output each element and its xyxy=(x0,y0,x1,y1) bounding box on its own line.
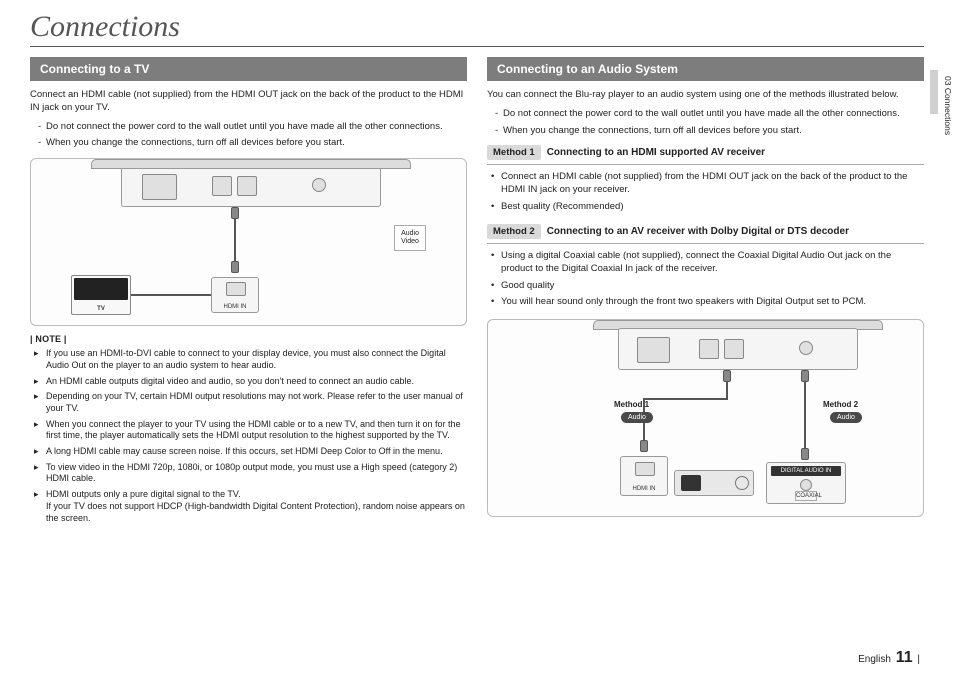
tv-connection-diagram: HDMI IN TV Audio Video xyxy=(30,158,467,326)
method1-header: Method 1 Connecting to an HDMI supported… xyxy=(487,145,924,165)
method2-badge: Method 2 xyxy=(487,224,541,239)
audio-pill-2: Audio xyxy=(830,412,862,423)
list-item: You will hear sound only through the fro… xyxy=(491,296,924,309)
left-column: Connecting to a TV Connect an HDMI cable… xyxy=(30,57,467,528)
list-item: Good quality xyxy=(491,280,924,293)
method2-title: Connecting to an AV receiver with Dolby … xyxy=(547,226,849,237)
method2-bullets: Using a digital Coaxial cable (not suppl… xyxy=(487,250,924,309)
hdmi-in-label-2: HDMI IN xyxy=(621,486,667,492)
tv-label: TV xyxy=(72,306,130,312)
method1-badge: Method 1 xyxy=(487,145,541,160)
list-item: Using a digital Coaxial cable (not suppl… xyxy=(491,250,924,276)
list-item: Depending on your TV, certain HDMI outpu… xyxy=(34,391,467,414)
digital-audio-in-label: DIGITAL AUDIO IN xyxy=(771,466,841,476)
list-item: HDMI outputs only a pure digital signal … xyxy=(34,489,467,524)
audio-video-label: Audio Video xyxy=(394,225,426,250)
method1-title: Connecting to an HDMI supported AV recei… xyxy=(547,147,765,158)
notes-list: If you use an HDMI-to-DVI cable to conne… xyxy=(30,348,467,524)
list-item: An HDMI cable outputs digital video and … xyxy=(34,376,467,388)
method2-diagram-label: Method 2 xyxy=(823,400,858,409)
tv-intro: Connect an HDMI cable (not supplied) fro… xyxy=(30,89,467,115)
footer-page-number: 11 xyxy=(896,649,913,666)
audio-connection-diagram: Method 1 Audio Method 2 Audio HDMI IN DI… xyxy=(487,319,924,517)
list-item: If you use an HDMI-to-DVI cable to conne… xyxy=(34,348,467,371)
audio-pill-1: Audio xyxy=(621,412,653,423)
list-item: Do not connect the power cord to the wal… xyxy=(495,108,924,121)
note-header: | NOTE | xyxy=(30,334,467,344)
coaxial-label: COAXIAL xyxy=(795,491,817,501)
method2-header: Method 2 Connecting to an AV receiver wi… xyxy=(487,224,924,244)
list-item: Do not connect the power cord to the wal… xyxy=(38,121,467,134)
hdmi-in-label: HDMI IN xyxy=(212,304,258,310)
audio-intro: You can connect the Blu-ray player to an… xyxy=(487,89,924,102)
tv-dash-list: Do not connect the power cord to the wal… xyxy=(30,121,467,151)
page-footer: English 11 | xyxy=(858,649,920,667)
section-header-audio: Connecting to an Audio System xyxy=(487,57,924,81)
list-item: When you change the connections, turn of… xyxy=(495,125,924,138)
list-item: Connect an HDMI cable (not supplied) fro… xyxy=(491,171,924,197)
right-column: Connecting to an Audio System You can co… xyxy=(487,57,924,528)
footer-bar: | xyxy=(917,654,920,665)
method1-diagram-label: Method 1 xyxy=(614,400,649,409)
audio-dash-list: Do not connect the power cord to the wal… xyxy=(487,108,924,138)
footer-lang: English xyxy=(858,654,891,665)
method1-bullets: Connect an HDMI cable (not supplied) fro… xyxy=(487,171,924,213)
list-item: To view video in the HDMI 720p, 1080i, o… xyxy=(34,462,467,485)
page-title: Connections xyxy=(30,10,924,47)
side-tab-label: 03 Connections xyxy=(943,70,953,141)
section-header-tv: Connecting to a TV xyxy=(30,57,467,81)
list-item: When you connect the player to your TV u… xyxy=(34,419,467,442)
list-item: Best quality (Recommended) xyxy=(491,201,924,214)
list-item: A long HDMI cable may cause screen noise… xyxy=(34,446,467,458)
side-index-bar xyxy=(930,70,938,114)
list-item: When you change the connections, turn of… xyxy=(38,137,467,150)
